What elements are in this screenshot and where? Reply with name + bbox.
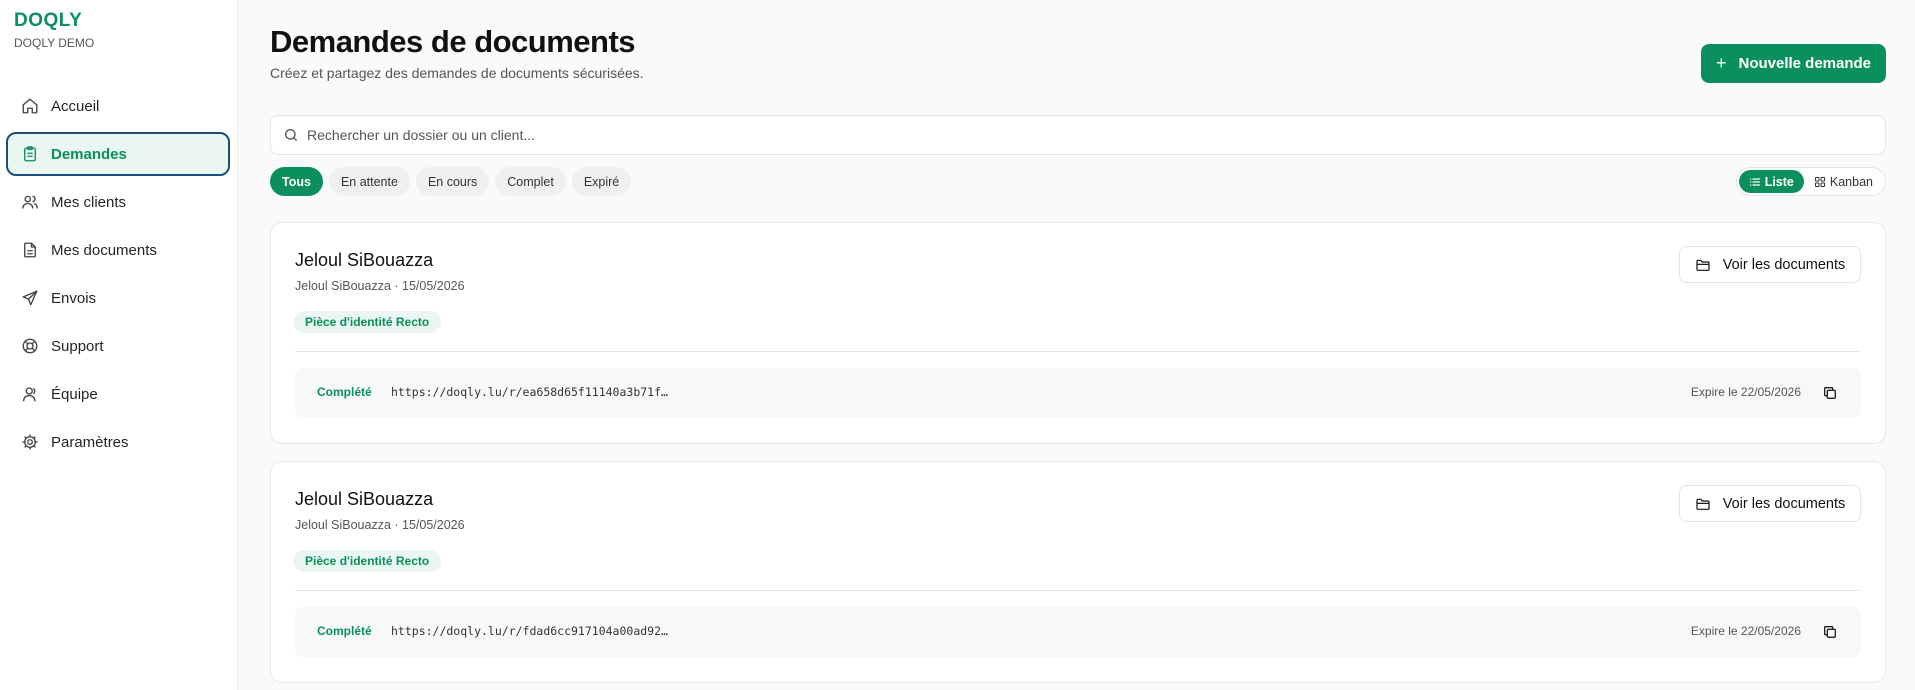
page-title: Demandes de documents [270,24,636,59]
user-icon [20,384,40,404]
request-meta: Jeloul SiBouazza · 15/05/2026 [295,279,465,293]
search-input[interactable] [307,127,1885,143]
sidebar-item-support[interactable]: Support [6,324,230,368]
gear-icon [20,432,40,452]
sidebar-item-label: Mes documents [51,241,157,259]
status-badge: Complété [317,624,372,638]
sidebar-item-mes-clients[interactable]: Mes clients [6,180,230,224]
divider [295,351,1861,352]
view-list-button[interactable]: Liste [1738,170,1804,193]
status-filters: Tous En attente En cours Complet Expiré [270,167,632,196]
filter-en-attente[interactable]: En attente [328,167,410,196]
sidebar: DOQLY DOQLY DEMO Accueil Demandes Mes cl… [0,0,238,690]
list-icon [1749,176,1761,188]
sidebar-item-label: Support [51,337,104,355]
sidebar-item-label: Demandes [51,145,127,163]
sidebar-item-mes-documents[interactable]: Mes documents [6,228,230,272]
request-card: Jeloul SiBouazza Jeloul SiBouazza · 15/0… [270,222,1886,444]
sidebar-item-label: Paramètres [51,433,129,451]
share-link-row: Complété https://doqly.lu/r/fdad6cc91710… [295,607,1861,657]
new-request-label: Nouvelle demande [1738,55,1872,72]
folder-icon [1695,496,1711,512]
sidebar-item-label: Équipe [51,385,98,403]
view-toggle: Liste Kanban [1735,167,1886,196]
filter-expire[interactable]: Expiré [571,167,632,196]
users-icon [20,192,40,212]
search-icon [283,127,299,143]
expiry-date: Expire le 22/05/2026 [1690,624,1801,638]
sidebar-item-label: Mes clients [51,193,127,211]
share-link-row: Complété https://doqly.lu/r/ea658d65f111… [295,368,1861,418]
workspace-name: DOQLY DEMO [14,36,95,50]
copy-icon[interactable] [1821,623,1839,641]
expiry-date: Expire le 22/05/2026 [1690,385,1801,399]
sidebar-item-accueil[interactable]: Accueil [6,84,230,128]
copy-icon[interactable] [1821,384,1839,402]
share-link[interactable]: https://doqly.lu/r/ea658d65f11140a3b71f… [391,385,668,399]
filter-en-cours[interactable]: En cours [415,167,490,196]
sidebar-item-equipe[interactable]: Équipe [6,372,230,416]
client-name: Jeloul SiBouazza [295,489,434,509]
view-documents-label: Voir les documents [1722,256,1846,273]
file-icon [20,240,40,260]
request-card: Jeloul SiBouazza Jeloul SiBouazza · 15/0… [270,461,1886,683]
view-list-label: Liste [1764,174,1794,189]
grid-icon [1814,176,1826,188]
sidebar-item-label: Envois [51,289,97,307]
send-icon [20,288,40,308]
view-documents-label: Voir les documents [1722,495,1846,512]
plus-icon: + [1715,53,1727,73]
view-kanban-label: Kanban [1829,174,1873,189]
client-name: Jeloul SiBouazza [295,250,434,270]
document-tag: Pièce d'identité Recto [293,311,442,333]
brand-logo[interactable]: DOQLY [14,10,94,32]
sidebar-item-parametres[interactable]: Paramètres [6,420,230,464]
share-link[interactable]: https://doqly.lu/r/fdad6cc917104a00ad92… [391,624,668,638]
search-bar [270,115,1886,155]
clipboard-icon [20,144,40,164]
filter-complet[interactable]: Complet [495,167,566,196]
view-kanban-button[interactable]: Kanban [1804,170,1883,193]
sidebar-nav: Accueil Demandes Mes clients Mes documen… [6,84,230,468]
page-subtitle: Créez et partagez des demandes de docume… [270,65,644,81]
home-icon [20,96,40,116]
divider [295,590,1861,591]
sidebar-item-envois[interactable]: Envois [6,276,230,320]
view-documents-button[interactable]: Voir les documents [1679,246,1861,283]
sidebar-item-demandes[interactable]: Demandes [6,132,230,176]
lifebuoy-icon [20,336,40,356]
folder-icon [1695,257,1711,273]
status-badge: Complété [317,385,372,399]
new-request-button[interactable]: + Nouvelle demande [1701,44,1886,83]
filter-tous[interactable]: Tous [270,167,323,196]
sidebar-item-label: Accueil [51,97,100,115]
document-tag: Pièce d'identité Recto [293,550,442,572]
request-meta: Jeloul SiBouazza · 15/05/2026 [295,518,465,532]
view-documents-button[interactable]: Voir les documents [1679,485,1861,522]
brand: DOQLY DOQLY DEMO [14,10,94,50]
